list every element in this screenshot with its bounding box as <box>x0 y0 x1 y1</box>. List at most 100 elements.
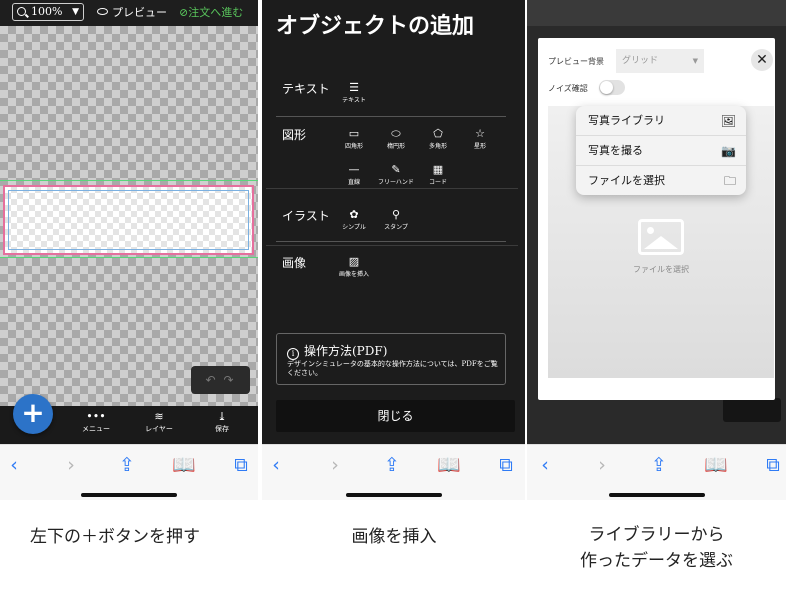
insert-image-label: 画像を挿入 <box>338 271 369 278</box>
stamp-icon: ⚲ <box>391 208 401 221</box>
save-button[interactable]: ⤓ 保存 <box>202 410 242 434</box>
sun-shape <box>647 227 654 234</box>
order-link[interactable]: ⊘注文へ進む <box>179 4 243 20</box>
share-icon[interactable]: ⇪ <box>380 453 404 477</box>
line-icon: — <box>348 163 360 176</box>
simple-label: シンプル <box>342 224 366 231</box>
image-icon: ▨ <box>348 255 360 268</box>
menu-item-photo-library[interactable]: 写真ライブラリ 🖼 <box>576 106 746 136</box>
undo-redo-buttons[interactable]: ↶↷ <box>191 366 250 394</box>
close-button[interactable]: 閉じる <box>276 400 515 432</box>
bookmarks-icon[interactable]: 📖 <box>437 453 461 477</box>
bookmarks-icon[interactable]: 📖 <box>172 453 196 477</box>
menu-item-take-photo[interactable]: 写真を撮る 📷 <box>576 136 746 166</box>
text-icon: ☰ <box>349 81 359 94</box>
insert-image-button[interactable]: ▨ 画像を挿入 <box>328 254 380 278</box>
menu-button[interactable]: ••• メニュー <box>76 410 116 434</box>
choose-file-label: ファイルを選択 <box>588 174 665 187</box>
image-placeholder-icon <box>638 219 684 255</box>
add-code-button[interactable]: ▦ コード <box>420 162 456 186</box>
back-icon[interactable]: ‹ <box>533 453 557 477</box>
star-label: 星形 <box>473 143 486 150</box>
stamp-label: スタンプ <box>384 224 408 231</box>
zoom-select[interactable]: 100% ▼ <box>12 3 84 21</box>
preview-toggle[interactable]: プレビュー <box>97 4 167 20</box>
section-text-label: テキスト <box>282 82 330 96</box>
forward-icon[interactable]: › <box>590 453 614 477</box>
share-icon[interactable]: ⇪ <box>115 453 139 477</box>
add-text-button[interactable]: ☰ テキスト <box>336 80 372 104</box>
caption-step2: 画像を挿入 <box>351 527 437 547</box>
ellipse-label: 楕円形 <box>386 143 405 150</box>
rectangle-label: 四角形 <box>344 143 363 150</box>
share-icon[interactable]: ⇪ <box>647 453 671 477</box>
caption-step3-line1: ライブラリーから <box>588 525 725 545</box>
add-object-button[interactable]: + <box>13 394 53 434</box>
add-polygon-button[interactable]: ⬠ 多角形 <box>420 126 456 150</box>
add-ellipse-button[interactable]: ⬭ 楕円形 <box>378 126 414 150</box>
chevron-down-icon: ▼ <box>692 57 698 65</box>
line-label: 直線 <box>347 179 360 186</box>
rectangle-icon: ▭ <box>348 127 360 140</box>
tabs-icon[interactable]: ⧉ <box>494 453 518 477</box>
add-rectangle-button[interactable]: ▭ 四角形 <box>336 126 372 150</box>
section-shapes-label: 図形 <box>282 128 307 142</box>
polygon-label: 多角形 <box>428 143 447 150</box>
close-icon[interactable]: ✕ <box>751 49 773 71</box>
home-indicator <box>346 493 442 497</box>
panel-canvas-editor: 100% ▼ プレビュー ⊘注文へ進む ↶↷ + ••• メニュー ≋ レイヤー… <box>0 0 258 605</box>
pentagon-icon: ⬠ <box>433 127 443 140</box>
forward-icon[interactable]: › <box>59 453 83 477</box>
panel-add-object: オブジェクトの追加 テキスト ☰ テキスト 図形 ▭ 四角形 ⬭ 楕円形 ⬠ 多… <box>262 0 526 605</box>
redo-icon[interactable]: ↷ <box>224 373 242 387</box>
undo-icon[interactable]: ↶ <box>205 373 223 387</box>
preview-bg-value: グリッド <box>622 56 659 66</box>
toggle-knob <box>600 81 613 94</box>
file-source-menu: 写真ライブラリ 🖼 写真を撮る 📷 ファイルを選択 🗀 <box>576 106 746 195</box>
menu-label: メニュー <box>82 425 110 433</box>
add-star-button[interactable]: ☆ 星形 <box>462 126 498 150</box>
noise-check-toggle[interactable] <box>599 80 625 95</box>
add-simple-illust-button[interactable]: ✿ シンプル <box>336 207 372 231</box>
divider <box>276 241 506 242</box>
preview-label: プレビュー <box>112 6 167 19</box>
tabs-icon[interactable]: ⧉ <box>229 453 253 477</box>
file-drop-label: ファイルを選択 <box>633 265 689 274</box>
take-photo-label: 写真を撮る <box>588 144 643 157</box>
add-line-button[interactable]: — 直線 <box>336 162 372 186</box>
freehand-label: フリーハンド <box>378 179 414 186</box>
section-illust-label: イラスト <box>282 209 330 223</box>
panel-file-picker: プレビュー背景 グリッド ▼ ✕ ノイズ確認 ファイルを選択 写真ライブラリ 🖼… <box>527 0 786 605</box>
photo-library-label: 写真ライブラリ <box>588 114 665 127</box>
ellipse-icon: ⬭ <box>391 127 401 140</box>
back-icon[interactable]: ‹ <box>2 453 26 477</box>
dimmed-close-button <box>723 398 781 422</box>
chevron-down-icon: ▼ <box>72 7 79 17</box>
help-pdf-link[interactable]: i 操作方法(PDF) デザインシミュレータの基本的な操作方法については、PDFを… <box>276 333 506 385</box>
safari-toolbar: ‹ › ⇪ 📖 ⧉ <box>0 444 258 500</box>
preview-bg-select[interactable]: グリッド ▼ <box>616 49 704 73</box>
freehand-icon: ✎ <box>391 163 401 176</box>
back-icon[interactable]: ‹ <box>264 453 288 477</box>
search-icon <box>17 7 26 16</box>
menu-item-choose-file[interactable]: ファイルを選択 🗀 <box>576 166 746 196</box>
photo-library-icon: 🖼 <box>720 114 736 128</box>
safari-toolbar: ‹ › ⇪ 📖 ⧉ <box>527 444 786 500</box>
help-title: i 操作方法(PDF) <box>287 342 387 360</box>
artboard[interactable] <box>3 185 254 255</box>
image-upload-modal: プレビュー背景 グリッド ▼ ✕ ノイズ確認 ファイルを選択 <box>538 38 775 400</box>
dimmed-topbar <box>527 0 786 26</box>
safe-area-guide <box>8 190 249 250</box>
bookmarks-icon[interactable]: 📖 <box>704 453 728 477</box>
check-icon: ⊘ <box>179 6 189 19</box>
add-freehand-button[interactable]: ✎ フリーハンド <box>378 162 414 186</box>
layer-button[interactable]: ≋ レイヤー <box>139 410 179 434</box>
tabs-icon[interactable]: ⧉ <box>761 453 785 477</box>
zoom-value: 100% <box>31 5 63 18</box>
caption-step3-line2: 作ったデータを選ぶ <box>580 551 733 571</box>
layer-label: レイヤー <box>145 425 173 433</box>
page-title: オブジェクトの追加 <box>276 13 475 39</box>
add-stamp-button[interactable]: ⚲ スタンプ <box>378 207 414 231</box>
forward-icon[interactable]: › <box>323 453 347 477</box>
home-indicator <box>608 493 705 497</box>
